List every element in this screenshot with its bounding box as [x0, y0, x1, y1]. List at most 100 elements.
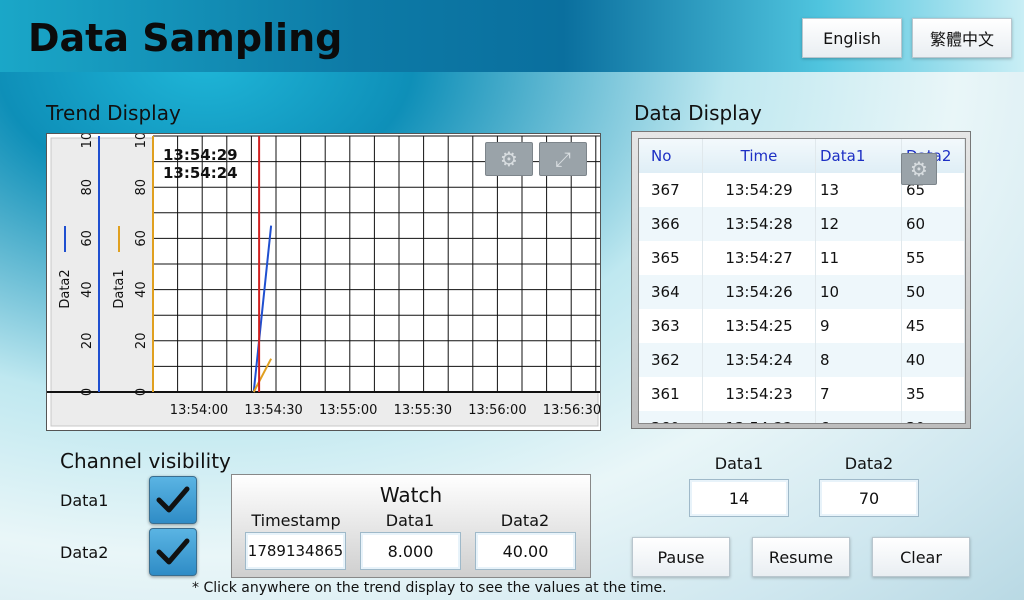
table-cell: 366	[639, 207, 703, 241]
table-settings-button[interactable]: ⚙	[901, 153, 937, 185]
table-cell: 13:54:27	[702, 241, 816, 275]
y-tick-label: 60	[134, 230, 149, 247]
table-cell: 13:54:24	[702, 343, 816, 377]
checkmark-icon	[156, 486, 190, 513]
table-cell: 362	[639, 343, 703, 377]
table-cell: 13:54:22	[702, 411, 816, 423]
table-row[interactable]: 366 13:54:28 12 60	[639, 207, 965, 241]
table-cell: 12	[815, 207, 902, 241]
table-cell: 364	[639, 275, 703, 309]
trend-display-label: Trend Display	[46, 101, 181, 125]
table-cell: 35	[901, 377, 965, 411]
y-tick-label: 100	[134, 134, 149, 148]
y-tick-label: 0	[134, 388, 149, 396]
trend-chart[interactable]: 0 20 40 60 80 100 Data2 0 20 40 60 80 100 Data1 13:54:…	[47, 134, 601, 431]
table-cell: 9	[815, 309, 902, 343]
x-tick-label: 13:55:00	[319, 403, 377, 418]
column-header-no[interactable]: No	[639, 139, 703, 173]
table-cell: 11	[815, 241, 902, 275]
y-tick-label: 80	[80, 179, 95, 196]
clear-button[interactable]: Clear	[872, 537, 970, 577]
table-cell: 13:54:28	[702, 207, 816, 241]
table-cell: 13:54:23	[702, 377, 816, 411]
table-row[interactable]: 362 13:54:24 8 40	[639, 343, 965, 377]
english-button[interactable]: English	[802, 18, 902, 58]
current-data2-label: Data2	[844, 454, 894, 473]
table-cell: 363	[639, 309, 703, 343]
trend-display[interactable]: 0 20 40 60 80 100 Data2 0 20 40 60 80 100 Data1 13:54:…	[46, 133, 601, 431]
table-cell: 55	[901, 241, 965, 275]
channel-data1-checkbox[interactable]	[149, 476, 197, 524]
table-cell: 30	[901, 411, 965, 423]
watch-title: Watch	[379, 483, 443, 507]
y-tick-label: 40	[80, 281, 95, 298]
gear-icon: ⚙	[500, 147, 518, 171]
table-row[interactable]: 361 13:54:23 7 35	[639, 377, 965, 411]
expand-icon: ⤢	[555, 147, 571, 171]
y-axis-title: Data1	[112, 269, 127, 308]
hint-note: * Click anywhere on the trend display to…	[192, 580, 667, 596]
gear-icon: ⚙	[910, 157, 928, 181]
x-tick-label: 13:56:30	[543, 403, 601, 418]
table-row[interactable]: 364 13:54:26 10 50	[639, 275, 965, 309]
y-tick-label: 40	[134, 281, 149, 298]
watch-data1-label: Data1	[385, 511, 435, 530]
trend-fullscreen-button[interactable]: ⤢	[539, 142, 587, 176]
cursor-time-2: 13:54:24	[163, 164, 238, 182]
y-axis-title: Data2	[58, 269, 73, 308]
column-header-time[interactable]: Time	[702, 139, 816, 173]
channel-data2-checkbox[interactable]	[149, 528, 197, 576]
x-tick-label: 13:54:30	[244, 403, 302, 418]
table-cell: 360	[639, 411, 703, 423]
y-tick-label: 80	[134, 179, 149, 196]
checkmark-icon	[156, 538, 190, 565]
table-cell: 13	[815, 173, 902, 207]
table-row[interactable]: 36013:54:22630	[639, 411, 965, 423]
table-cell: 10	[815, 275, 902, 309]
channel-visibility-label: Channel visibility	[60, 449, 231, 473]
table-cell: 13:54:26	[702, 275, 816, 309]
watch-data2-label: Data2	[500, 511, 550, 530]
resume-button[interactable]: Resume	[752, 537, 850, 577]
table-cell: 361	[639, 377, 703, 411]
watch-data1-field[interactable]: 8.000	[360, 532, 461, 570]
table-cell: 50	[901, 275, 965, 309]
x-tick-label: 13:56:00	[468, 403, 526, 418]
pause-button[interactable]: Pause	[632, 537, 730, 577]
x-tick-label: 13:54:00	[170, 403, 228, 418]
trend-settings-button[interactable]: ⚙	[485, 142, 533, 176]
cursor-time-1: 13:54:29	[163, 146, 238, 164]
channel-data1-label: Data1	[60, 491, 109, 510]
table-cell: 45	[901, 309, 965, 343]
column-header-data1[interactable]: Data1	[815, 139, 902, 173]
current-data1-field[interactable]: 14	[689, 479, 789, 517]
current-data1-label: Data1	[714, 454, 764, 473]
data-display: No Time Data1 Data2 36713:54:29136536613…	[631, 131, 971, 429]
channel-data2-label: Data2	[60, 543, 109, 562]
table-cell: 13:54:29	[702, 173, 816, 207]
current-data2-field[interactable]: 70	[819, 479, 919, 517]
table-cell: 13:54:25	[702, 309, 816, 343]
page-title: Data Sampling	[28, 16, 343, 60]
y-tick-label: 60	[80, 230, 95, 247]
watch-timestamp-field[interactable]: 1789134865	[245, 532, 346, 570]
y-tick-label: 20	[134, 333, 149, 350]
watch-data2-field[interactable]: 40.00	[475, 532, 576, 570]
y-tick-label: 0	[80, 388, 95, 396]
table-cell: 7	[815, 377, 902, 411]
y-tick-label: 20	[80, 333, 95, 350]
x-tick-label: 13:55:30	[394, 403, 452, 418]
table-cell: 365	[639, 241, 703, 275]
y-tick-label: 100	[80, 134, 95, 148]
table-row[interactable]: 365 13:54:27 11 55	[639, 241, 965, 275]
table-cell: 367	[639, 173, 703, 207]
table-cell: 8	[815, 343, 902, 377]
chinese-button[interactable]: 繁體中文	[912, 18, 1012, 58]
data-table-wrap[interactable]: No Time Data1 Data2 36713:54:29136536613…	[638, 138, 966, 424]
table-cell: 40	[901, 343, 965, 377]
watch-panel: Watch Timestamp Data1 Data2 1789134865 8…	[231, 474, 591, 578]
table-cell: 60	[901, 207, 965, 241]
table-cell: 6	[815, 411, 902, 423]
data-display-label: Data Display	[634, 101, 762, 125]
table-row[interactable]: 363 13:54:25 9 45	[639, 309, 965, 343]
